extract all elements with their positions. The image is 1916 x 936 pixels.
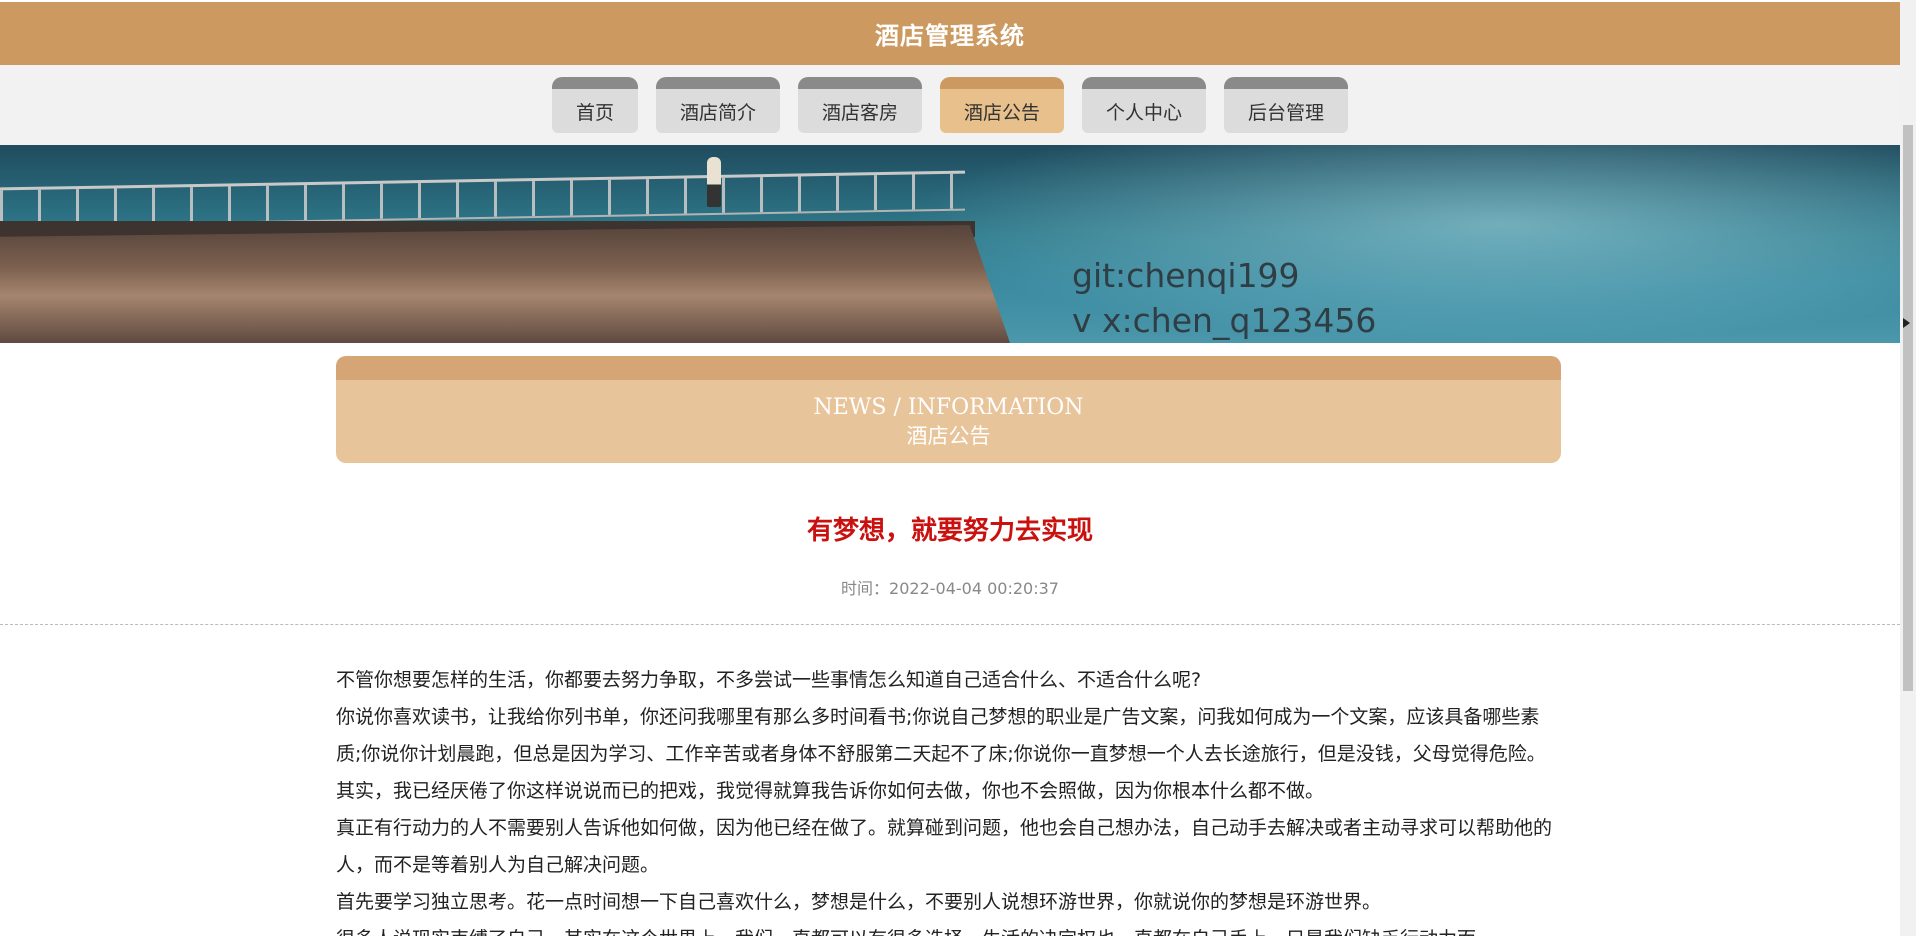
divider: [0, 624, 1900, 625]
page-scrollbar[interactable]: [1900, 0, 1916, 936]
banner-line-1: git:chenqi199: [1072, 256, 1300, 295]
section-header: NEWS / INFORMATION 酒店公告: [336, 356, 1561, 463]
banner-sea: [900, 145, 1900, 343]
banner-person: [707, 157, 721, 207]
nav-hotel-notices[interactable]: 酒店公告: [940, 77, 1065, 133]
article-paragraph: 你说你喜欢读书，让我给你列书单，你还问我哪里有那么多时间看书;你说自己梦想的职业…: [336, 706, 1546, 802]
article-paragraph: 不管你想要怎样的生活，你都要去努力争取，不多尝试一些事情怎么知道自己适合什么、不…: [336, 669, 1202, 691]
banner-watermark: git:chenqi199 v x:chen_q123456: [1072, 253, 1376, 343]
nav-admin[interactable]: 后台管理: [1224, 77, 1349, 133]
nav-hotel-intro[interactable]: 酒店简介: [655, 77, 780, 133]
section-title-en: NEWS / INFORMATION: [813, 394, 1084, 420]
banner-pier: [0, 225, 1010, 343]
site-title-bar: 酒店管理系统: [0, 2, 1900, 65]
section-title-cn: 酒店公告: [906, 423, 991, 448]
article-body: 不管你想要怎样的生活，你都要去努力争取，不多尝试一些事情怎么知道自己适合什么、不…: [336, 662, 1564, 936]
site-title: 酒店管理系统: [875, 22, 1025, 50]
article-paragraph: 真正有行动力的人不需要别人告诉他如何做，因为他已经在做了。就算碰到问题，他也会自…: [336, 817, 1553, 876]
nav-home[interactable]: 首页: [551, 77, 638, 133]
nav-hotel-rooms[interactable]: 酒店客房: [797, 77, 922, 133]
article-paragraph: 首先要学习独立思考。花一点时间想一下自己喜欢什么，梦想是什么，不要别人说想环游世…: [336, 891, 1382, 913]
banner-line-2: v x:chen_q123456: [1072, 301, 1377, 340]
nav-personal-center[interactable]: 个人中心: [1082, 77, 1207, 133]
scrollbar-thumb[interactable]: [1903, 125, 1913, 691]
main-nav: 首页 酒店简介 酒店客房 酒店公告 个人中心 后台管理: [0, 65, 1900, 145]
article-title: 有梦想，就要努力去实现: [806, 516, 1093, 546]
mouse-cursor-icon: [1903, 318, 1910, 328]
article-paragraph: 很多人说现实束缚了自己，其实在这个世界上，我们一直都可以有很多选择，生活的决定权…: [336, 921, 1564, 936]
article-time: 时间：2022-04-04 00:20:37: [841, 579, 1059, 598]
banner-railing: [0, 170, 965, 228]
banner-image: git:chenqi199 v x:chen_q123456: [0, 145, 1900, 343]
